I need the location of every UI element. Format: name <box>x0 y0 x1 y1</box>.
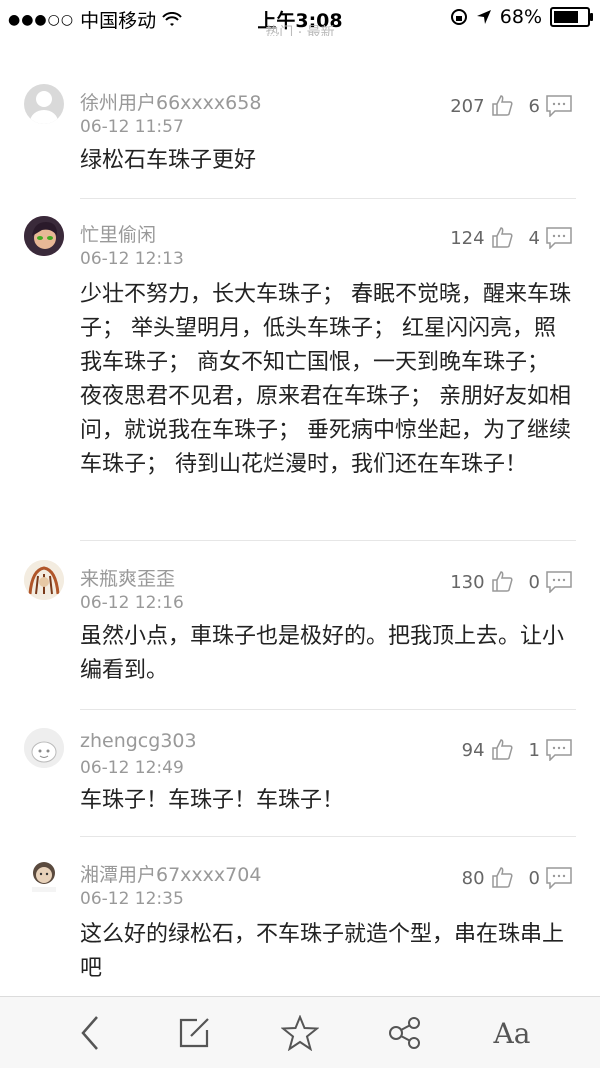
comment-time: 06-12 12:13 <box>80 249 184 269</box>
divider <box>80 836 576 837</box>
like-button[interactable]: 94 <box>462 738 515 762</box>
comment-item: zhengcg303 06-12 12:49 94 1 车珠子！车珠子！车珠子！ <box>0 724 600 834</box>
like-button[interactable]: 80 <box>462 866 515 890</box>
comment-icon <box>546 739 572 761</box>
comment-text: 少壮不努力，长大车珠子； 春眠不觉晓，醒来车珠子； 举头望明月，低头车珠子； 红… <box>80 282 571 477</box>
comment-username[interactable]: 徐州用户66xxxx658 <box>80 88 261 115</box>
reply-count: 0 <box>528 867 540 889</box>
comment-icon <box>546 571 572 593</box>
back-icon <box>81 1016 98 1050</box>
comment-time: 06-12 12:49 <box>80 758 184 778</box>
like-count: 80 <box>461 867 485 889</box>
comment-icon <box>546 867 572 889</box>
avatar[interactable] <box>24 84 64 124</box>
back-button[interactable] <box>70 1013 110 1053</box>
comment-item: 徐州用户66xxxx658 06-12 11:57 207 6 绿松石车珠子更好 <box>0 80 600 198</box>
thumbs-up-icon <box>491 739 513 760</box>
comment-actions: 207 6 <box>450 94 572 118</box>
avatar[interactable] <box>24 856 64 896</box>
favorite-button[interactable] <box>280 1013 320 1053</box>
avatar[interactable] <box>24 728 64 768</box>
comment-time: 06-12 12:35 <box>80 889 184 909</box>
thumbs-up-icon <box>491 867 513 888</box>
thumbs-up-icon <box>491 571 513 592</box>
reply-count: 1 <box>528 739 540 761</box>
comment-icon <box>546 227 572 249</box>
comment-username[interactable]: zhengcg303 <box>80 730 197 752</box>
comment-icon <box>546 95 572 117</box>
font-size-button[interactable]: Aa <box>490 1013 534 1053</box>
comment-actions: 94 1 <box>462 738 572 762</box>
thumbs-up-icon <box>491 227 513 248</box>
thumbs-up-icon <box>491 95 513 116</box>
divider <box>80 198 576 199</box>
reply-button[interactable]: 6 <box>529 95 572 117</box>
reply-button[interactable]: 1 <box>529 739 572 761</box>
like-count: 130 <box>450 571 485 593</box>
comment-username[interactable]: 湘潭用户67xxxx704 <box>80 860 261 887</box>
like-count: 124 <box>450 227 485 249</box>
comment-text: 车珠子！车珠子！车珠子！ <box>80 788 345 813</box>
font-size-label: Aa <box>493 1016 531 1050</box>
reply-button[interactable]: 0 <box>529 571 572 593</box>
comment-time: 06-12 12:16 <box>80 593 184 613</box>
comment-username[interactable]: 忙里偷闲 <box>80 220 156 247</box>
avatar[interactable] <box>24 216 64 256</box>
share-button[interactable] <box>385 1013 425 1053</box>
bottom-toolbar: Aa <box>0 996 600 1068</box>
like-count: 94 <box>461 739 485 761</box>
reply-count: 6 <box>528 95 540 117</box>
comment-text: 这么好的绿松石，不车珠子就造个型，串在珠串上吧 <box>80 922 565 981</box>
comment-username[interactable]: 来瓶爽歪歪 <box>80 564 175 591</box>
reply-button[interactable]: 0 <box>529 867 572 889</box>
divider <box>80 709 576 710</box>
avatar[interactable] <box>24 560 64 600</box>
share-icon <box>389 1017 420 1049</box>
comment-text: 虽然小点，車珠子也是极好的。把我顶上去。让小编看到。 <box>80 624 565 683</box>
comment-item: 湘潭用户67xxxx704 06-12 12:35 80 0 这么好的绿松石，不… <box>0 852 600 992</box>
like-count: 207 <box>450 95 485 117</box>
write-comment-button[interactable] <box>174 1013 214 1053</box>
like-button[interactable]: 207 <box>450 94 514 118</box>
sort-tabs-hint: 热门 · 最新 <box>265 25 335 36</box>
like-button[interactable]: 130 <box>450 570 514 594</box>
like-button[interactable]: 124 <box>450 226 514 250</box>
comment-actions: 130 0 <box>450 570 572 594</box>
edit-icon <box>179 1018 209 1048</box>
comment-actions: 124 4 <box>450 226 572 250</box>
comment-time: 06-12 11:57 <box>80 117 184 137</box>
star-icon <box>281 1015 319 1051</box>
reply-button[interactable]: 4 <box>529 227 572 249</box>
reply-count: 4 <box>528 227 540 249</box>
divider <box>80 540 576 541</box>
reply-count: 0 <box>528 571 540 593</box>
comment-item: 来瓶爽歪歪 06-12 12:16 130 0 虽然小点，車珠子也是极好的。把我… <box>0 556 600 696</box>
comment-actions: 80 0 <box>462 866 572 890</box>
comment-text: 绿松石车珠子更好 <box>80 148 257 173</box>
comment-item: 忙里偷闲 06-12 12:13 124 4 少壮不努力，长大车珠子； 春眠不觉… <box>0 212 600 537</box>
